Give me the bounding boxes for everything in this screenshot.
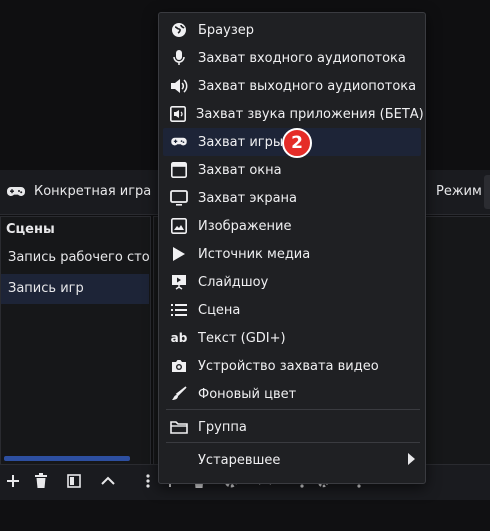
menu-item-video-capture[interactable]: Устройство захвата видео: [163, 352, 421, 380]
menu-item-label: Источник медиа: [198, 246, 311, 262]
add-scene-button[interactable]: [3, 471, 23, 491]
globe-icon: [170, 21, 188, 39]
trash-icon[interactable]: [31, 471, 51, 491]
play-icon: [170, 245, 188, 263]
menu-item-label: Захват выходного аудиопотока: [198, 78, 417, 94]
menu-item-label: Изображение: [198, 218, 292, 234]
menu-item-label: Захват окна: [198, 162, 282, 178]
menu-item-browser[interactable]: Браузер: [163, 16, 421, 44]
menu-item-label: Браузер: [198, 22, 254, 38]
submenu-arrow-icon: [408, 453, 415, 465]
scenes-scrollbar[interactable]: [4, 456, 130, 461]
menu-item-image[interactable]: Изображение: [163, 212, 421, 240]
menu-item-audio-input[interactable]: Захват входного аудиопотока: [163, 44, 421, 72]
menu-item-media-source[interactable]: Источник медиа: [163, 240, 421, 268]
menu-item-text[interactable]: ab Текст (GDI+): [163, 324, 421, 352]
menu-item-label: Захват игры: [198, 134, 284, 150]
scenes-title: Сцены: [6, 222, 55, 237]
slideshow-icon: [170, 273, 188, 291]
menu-item-label: Захват входного аудиопотока: [198, 50, 406, 66]
camera-icon: [170, 357, 188, 375]
menu-item-label: Группа: [198, 419, 247, 435]
app-audio-icon: [170, 105, 186, 123]
more-vert-icon[interactable]: [138, 471, 158, 491]
monitor-icon: [170, 189, 188, 207]
menu-item-label: Захват звука приложения (БЕТА): [196, 106, 424, 122]
menu-item-group[interactable]: Группа: [163, 413, 421, 441]
speaker-icon: [170, 77, 188, 95]
menu-item-scene[interactable]: Сцена: [163, 296, 421, 324]
menu-item-label: Устаревшее: [198, 452, 281, 468]
image-icon: [170, 217, 188, 235]
mode-dropdown[interactable]: [484, 175, 490, 209]
mode-label: Режим: [436, 184, 482, 199]
microphone-icon: [170, 49, 188, 67]
menu-item-window-capture[interactable]: Захват окна: [163, 156, 421, 184]
filter-icon[interactable]: [64, 471, 84, 491]
chevron-up-icon[interactable]: [98, 471, 118, 491]
text-icon: ab: [170, 331, 188, 345]
menu-item-deprecated[interactable]: Устаревшее: [163, 446, 421, 474]
scene-item-desktop[interactable]: Запись рабочего стола: [1, 243, 149, 273]
scene-item-games[interactable]: Запись игр: [1, 274, 149, 304]
folder-icon: [170, 418, 188, 436]
menu-item-color-source[interactable]: Фоновый цвет: [163, 380, 421, 408]
menu-item-audio-output[interactable]: Захват выходного аудиопотока: [163, 72, 421, 100]
menu-item-label: Устройство захвата видео: [198, 358, 379, 374]
menu-item-label: Сцена: [198, 302, 241, 318]
gamepad-icon: [6, 184, 26, 203]
menu-item-label: Захват экрана: [198, 190, 297, 206]
list-icon: [170, 301, 188, 319]
gamepad-icon: [170, 133, 188, 151]
menu-item-display-capture[interactable]: Захват экрана: [163, 184, 421, 212]
lower-strip: [0, 500, 490, 531]
menu-item-label: Слайдшоу: [198, 274, 269, 290]
brush-icon: [170, 385, 188, 403]
menu-item-label: Текст (GDI+): [198, 330, 286, 346]
step-badge: 2: [282, 128, 312, 158]
source-name-label: Конкретная игра: [34, 184, 152, 199]
menu-item-app-audio[interactable]: Захват звука приложения (БЕТА): [163, 100, 424, 128]
menu-separator: [166, 409, 420, 410]
menu-item-slideshow[interactable]: Слайдшоу: [163, 268, 421, 296]
menu-item-label: Фоновый цвет: [198, 386, 297, 402]
window-icon: [170, 161, 188, 179]
menu-separator: [166, 442, 420, 443]
